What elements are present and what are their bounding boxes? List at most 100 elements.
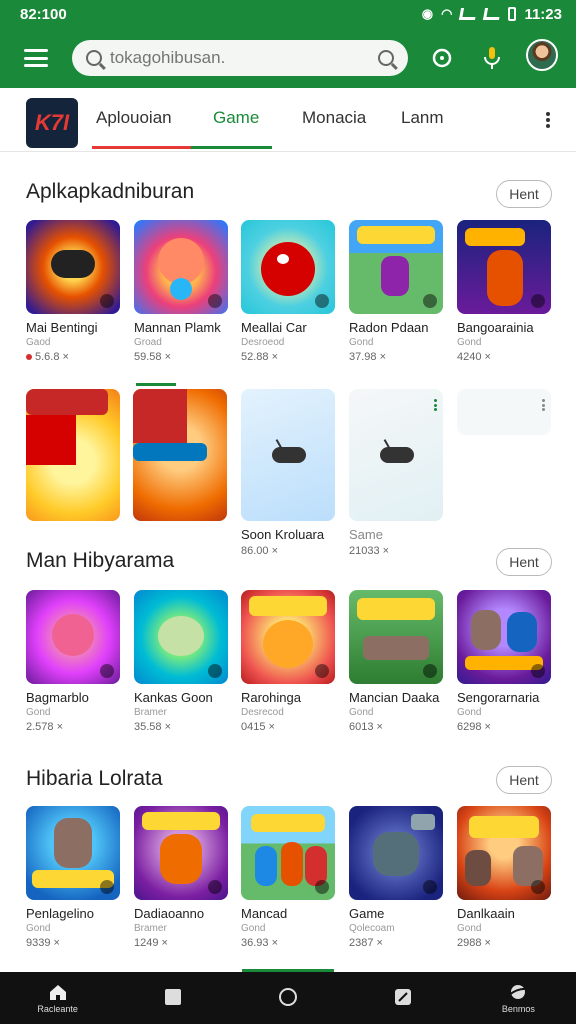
featured-card[interactable]	[26, 389, 122, 521]
app-card[interactable]: Penlagelino Gond 9339 ×	[26, 806, 122, 949]
app-thumbnail	[349, 220, 443, 314]
signal-icon-2	[483, 8, 502, 20]
featured-card[interactable]	[457, 389, 553, 435]
app-thumbnail	[349, 590, 443, 684]
status-dot	[26, 354, 32, 360]
tab-monacia[interactable]: Monacia	[302, 108, 366, 128]
app-thumbnail	[457, 220, 551, 314]
more-button[interactable]: Hent	[496, 766, 552, 794]
app-category: Bramer	[134, 923, 167, 934]
nav-home[interactable]: Racleante	[18, 982, 98, 1014]
app-name: Bagmarblo	[26, 690, 89, 705]
tab-lanm[interactable]: Lanm	[401, 108, 444, 128]
section-title: Aplkapkadniburan	[26, 180, 195, 203]
refresh-icon[interactable]	[424, 40, 460, 76]
featured-card[interactable]	[133, 389, 229, 521]
app-card[interactable]: Meallai Car Desroeod 52.88 ×	[241, 220, 337, 363]
featured-thumbnail	[26, 389, 120, 521]
featured-card[interactable]: Soon Kroluara 86.00 ×	[241, 389, 337, 557]
app-meta: 4240 ×	[457, 351, 491, 363]
gamepad-icon	[272, 447, 306, 463]
featured-card[interactable]: Same 21033 ×	[349, 389, 445, 557]
app-thumbnail	[241, 806, 335, 900]
app-thumbnail	[134, 220, 228, 314]
app-thumbnail	[457, 806, 551, 900]
mic-icon[interactable]	[474, 40, 510, 76]
search-submit-icon[interactable]	[378, 50, 394, 66]
app-card[interactable]: Kankas Goon Bramer 35.58 ×	[134, 590, 230, 733]
app-name: Sengorarnaria	[457, 690, 540, 705]
app-card[interactable]: Game Qolecoam 2387 ×	[349, 806, 445, 949]
app-name: Rarohinga	[241, 690, 301, 705]
more-button[interactable]: Hent	[496, 548, 552, 576]
tab-indicator	[92, 146, 272, 149]
app-name: Soon Kroluara	[241, 527, 325, 542]
app-card[interactable]: Sengorarnaria Gond 6298 ×	[457, 590, 553, 733]
bottom-nav: Racleante Benmos	[0, 972, 576, 1024]
app-meta: 0415 ×	[241, 721, 275, 733]
app-card[interactable]: Dadiaoanno Bramer 1249 ×	[134, 806, 230, 949]
scroll-indicator	[136, 383, 176, 386]
status-time: 82:100	[20, 5, 67, 23]
app-card[interactable]: Danlkaain Gond 2988 ×	[457, 806, 553, 949]
app-category: Desroeod	[241, 337, 285, 348]
app-category: Desrecod	[241, 707, 284, 718]
tab-game[interactable]: Game	[213, 108, 259, 128]
nav-square[interactable]	[133, 987, 213, 1009]
gamepad-icon	[380, 447, 414, 463]
app-category: Groad	[134, 337, 162, 348]
app-name: Same	[349, 527, 383, 542]
app-thumbnail	[241, 590, 335, 684]
app-name: Mancian Daaka	[349, 690, 440, 705]
app-meta: 35.58 ×	[134, 721, 172, 733]
app-thumbnail	[134, 806, 228, 900]
search-input[interactable]	[110, 48, 378, 68]
app-thumbnail	[26, 590, 120, 684]
app-card[interactable]: Bangoarainia Gond 4240 ×	[457, 220, 553, 363]
section-title: Hibaria Lolrata	[26, 767, 163, 790]
app-logo[interactable]: K7I	[26, 98, 78, 148]
app-card[interactable]: Mancad Gond 36.93 ×	[241, 806, 337, 949]
app-card[interactable]: Rarohinga Desrecod 0415 ×	[241, 590, 337, 733]
app-card[interactable]: Mancian Daaka Gond 6013 ×	[349, 590, 445, 733]
app-category: Gond	[349, 707, 374, 718]
app-name: Danlkaain	[457, 906, 515, 921]
signal-icon	[459, 8, 478, 20]
tab-aplouoian[interactable]: Aplouoian	[96, 108, 172, 128]
app-meta: 52.88 ×	[241, 351, 279, 363]
app-meta: 21033 ×	[349, 545, 390, 557]
card-menu-icon[interactable]	[434, 399, 437, 411]
app-meta: 2387 ×	[349, 937, 383, 949]
app-category: Bramer	[134, 707, 167, 718]
battery-icon	[508, 7, 517, 21]
nav-home-label: Racleante	[37, 1004, 78, 1014]
app-card[interactable]: Radon Pdaan Gond 37.98 ×	[349, 220, 445, 363]
app-card[interactable]: Mannan Plamk Groad 59.58 ×	[134, 220, 230, 363]
app-thumbnail	[349, 806, 443, 900]
avatar[interactable]	[526, 39, 558, 71]
app-meta: 2988 ×	[457, 937, 491, 949]
app-name: Kankas Goon	[134, 690, 213, 705]
square-icon	[164, 989, 181, 1005]
search-bar[interactable]	[72, 40, 408, 76]
card-menu-icon[interactable]	[542, 399, 545, 411]
status-clock: 11:23	[524, 5, 562, 23]
app-thumbnail	[26, 806, 120, 900]
app-card[interactable]: Bagmarblo Gond 2.578 ×	[26, 590, 122, 733]
nav-edit[interactable]	[363, 987, 443, 1009]
app-name: Meallai Car	[241, 320, 307, 335]
more-options-icon[interactable]	[546, 112, 550, 128]
app-name: Mancad	[241, 906, 288, 921]
app-card[interactable]: Mai Bentingi Gaod 5.6.8 ×	[26, 220, 122, 363]
app-thumbnail	[241, 220, 335, 314]
app-name: Penlagelino	[26, 906, 94, 921]
app-name: Mai Bentingi	[26, 320, 98, 335]
nav-circle[interactable]	[248, 987, 328, 1009]
app-name: Dadiaoanno	[134, 906, 205, 921]
app-category: Qolecoam	[349, 923, 395, 934]
edit-icon	[395, 989, 412, 1005]
menu-icon[interactable]	[24, 49, 48, 67]
more-button[interactable]: Hent	[496, 180, 552, 208]
app-meta: 36.93 ×	[241, 937, 279, 949]
nav-planet[interactable]: Benmos	[478, 982, 558, 1014]
